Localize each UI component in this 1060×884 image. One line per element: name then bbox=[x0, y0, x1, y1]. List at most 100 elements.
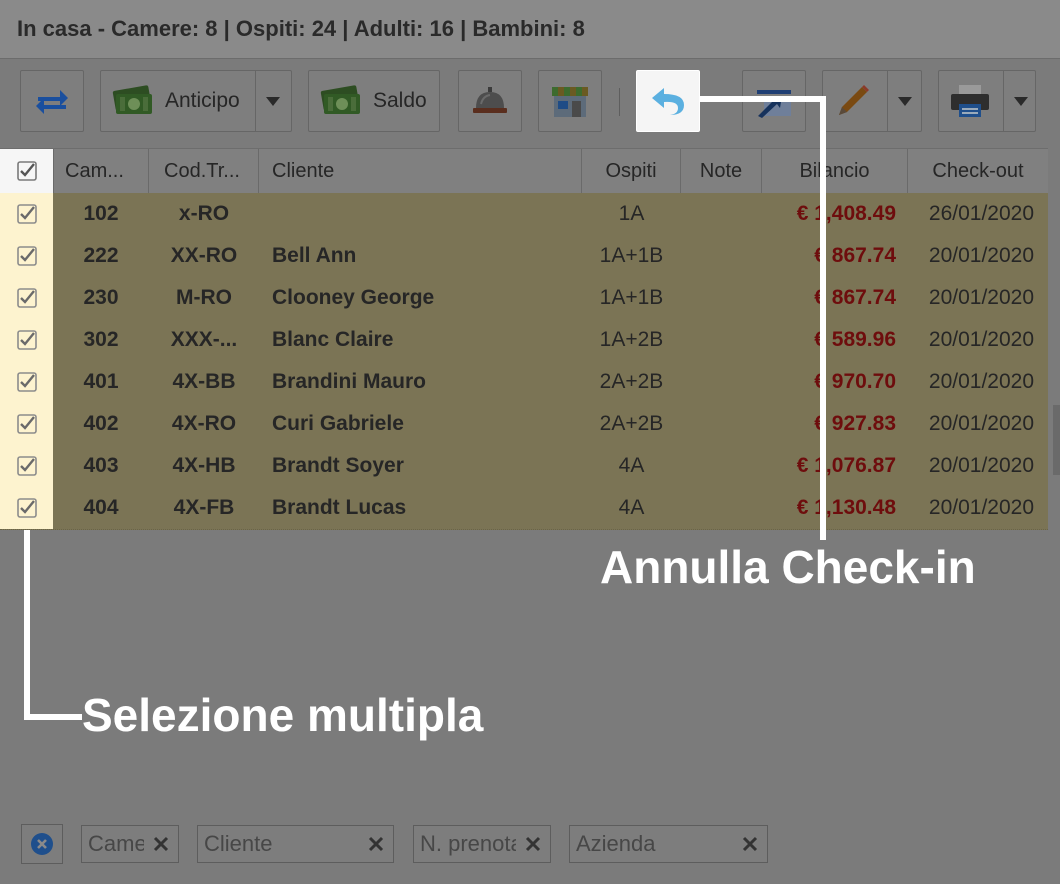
cell-ospiti: 1A+2B bbox=[599, 328, 664, 351]
cell-ospiti: 4A bbox=[618, 496, 645, 519]
side-panel-handle[interactable] bbox=[1053, 405, 1060, 475]
col-header-checkout[interactable]: Check-out bbox=[908, 149, 1048, 193]
reception-bell-icon bbox=[471, 84, 509, 118]
callout-annulla-checkin: Annulla Check-in bbox=[600, 541, 976, 593]
filter-prenotazione bbox=[413, 825, 551, 863]
camera-filter-input[interactable] bbox=[88, 829, 144, 859]
cell-checkout: 20/01/2020 bbox=[928, 454, 1034, 477]
row-checkbox[interactable] bbox=[0, 319, 53, 361]
table-row[interactable]: 404 4X-FB Brandt Lucas 4A € 1,130.48 20/01/20… bbox=[0, 487, 1048, 530]
row-checkbox[interactable] bbox=[0, 403, 53, 445]
cell-ospiti: 1A+1B bbox=[599, 244, 664, 267]
callout-connector bbox=[24, 714, 82, 720]
clear-circle-icon bbox=[31, 833, 53, 855]
table-row[interactable]: 222 XX-RO Bell Ann 1A+1B € 867.74 20/01/2020 bbox=[0, 235, 1048, 278]
edit-button[interactable] bbox=[822, 70, 922, 132]
row-checkbox[interactable] bbox=[0, 361, 53, 403]
cell-camera: 102 bbox=[83, 202, 119, 225]
col-header-cod-trattamento[interactable]: Cod.Tr... bbox=[149, 149, 259, 193]
cell-cliente: Curi Gabriele bbox=[272, 412, 404, 435]
chevron-down-icon bbox=[266, 96, 280, 106]
cell-ospiti: 1A+1B bbox=[599, 286, 664, 309]
row-checkbox[interactable] bbox=[0, 193, 53, 235]
page-title: In casa - Camere: 8 | Ospiti: 24 | Adult… bbox=[17, 16, 585, 41]
cell-bilancio: € 589.96 bbox=[814, 328, 896, 351]
close-icon[interactable] bbox=[741, 835, 759, 853]
table-row[interactable]: 230 M-RO Clooney George 1A+1B € 867.74 20/01/… bbox=[0, 277, 1048, 320]
cell-ospiti: 2A+2B bbox=[599, 370, 664, 393]
undo-arrow-icon bbox=[648, 84, 688, 118]
cell-checkout: 20/01/2020 bbox=[928, 286, 1034, 309]
cliente-filter-input[interactable] bbox=[204, 829, 359, 859]
cell-camera: 302 bbox=[83, 328, 119, 351]
anticipo-label: Anticipo bbox=[165, 89, 240, 112]
annulla-checkin-button[interactable] bbox=[636, 70, 700, 132]
table-row[interactable]: 401 4X-BB Brandini Mauro 2A+2B € 970.70 20/01… bbox=[0, 361, 1048, 404]
row-checkbox[interactable] bbox=[0, 277, 53, 319]
cell-bilancio: € 1,076.87 bbox=[796, 454, 896, 477]
banknotes-icon bbox=[319, 84, 363, 118]
banknotes-icon bbox=[111, 84, 155, 118]
toolbar-separator bbox=[619, 88, 620, 116]
filter-camera bbox=[81, 825, 179, 863]
cell-note bbox=[681, 193, 762, 235]
col-header-ospiti[interactable]: Ospiti bbox=[582, 149, 681, 193]
cell-cliente bbox=[272, 193, 582, 235]
refresh-button[interactable] bbox=[20, 70, 84, 132]
cell-cliente: Blanc Claire bbox=[272, 328, 394, 351]
chevron-down-icon bbox=[1014, 96, 1028, 106]
select-all-checkbox[interactable] bbox=[0, 149, 53, 193]
cell-cod-trattamento: 4X-RO bbox=[171, 412, 237, 435]
callout-connector bbox=[700, 96, 826, 102]
swap-arrows-icon bbox=[34, 84, 70, 118]
cell-note bbox=[681, 319, 762, 361]
print-button[interactable] bbox=[938, 70, 1036, 132]
table-row[interactable]: 403 4X-HB Brandt Soyer 4A € 1,076.87 20/01/20… bbox=[0, 445, 1048, 488]
close-icon[interactable] bbox=[524, 835, 542, 853]
col-header-cliente[interactable]: Cliente bbox=[259, 149, 582, 193]
cell-cod-trattamento: 4X-FB bbox=[173, 496, 235, 519]
checkbox-checked-icon bbox=[16, 204, 37, 224]
table-row[interactable]: 102 x-RO 1A € 1,408.49 26/01/2020 bbox=[0, 193, 1048, 236]
cell-note bbox=[681, 361, 762, 403]
col-header-bilancio[interactable]: Bilancio bbox=[762, 149, 908, 193]
cell-cliente: Clooney George bbox=[272, 286, 435, 309]
edit-dropdown-caret[interactable] bbox=[888, 71, 922, 131]
cell-checkout: 20/01/2020 bbox=[928, 244, 1034, 267]
cell-cliente: Brandt Lucas bbox=[272, 496, 407, 519]
cell-ospiti: 1A bbox=[618, 202, 645, 225]
cell-camera: 403 bbox=[83, 454, 119, 477]
prenotazione-filter-input[interactable] bbox=[420, 829, 516, 859]
close-icon[interactable] bbox=[152, 835, 170, 853]
close-icon[interactable] bbox=[367, 835, 385, 853]
col-header-camera[interactable]: Cam... bbox=[53, 149, 149, 193]
store-icon bbox=[550, 83, 590, 119]
anticipo-button[interactable]: Anticipo bbox=[100, 70, 292, 132]
callout-connector bbox=[24, 530, 30, 720]
row-checkbox[interactable] bbox=[0, 487, 53, 529]
table-row[interactable]: 402 4X-RO Curi Gabriele 2A+2B € 927.83 20/01/… bbox=[0, 403, 1048, 446]
cell-cliente: Brandini Mauro bbox=[272, 370, 427, 393]
table-row[interactable]: 302 XXX-... Blanc Claire 1A+2B € 589.96 20/01… bbox=[0, 319, 1048, 362]
checkbox-checked-icon bbox=[16, 456, 37, 476]
azienda-filter-input[interactable] bbox=[576, 829, 733, 859]
print-dropdown-caret[interactable] bbox=[1004, 71, 1038, 131]
checkbox-checked-icon bbox=[16, 414, 37, 434]
cell-note bbox=[681, 235, 762, 277]
col-header-note[interactable]: Note bbox=[681, 149, 762, 193]
callout-selezione-multipla: Selezione multipla bbox=[82, 689, 484, 741]
row-checkbox[interactable] bbox=[0, 235, 53, 277]
row-checkbox[interactable] bbox=[0, 445, 53, 487]
clear-filters-button[interactable] bbox=[21, 824, 63, 864]
saldo-button[interactable]: Saldo bbox=[308, 70, 440, 132]
filter-azienda bbox=[569, 825, 768, 863]
reception-bell-button[interactable] bbox=[458, 70, 522, 132]
cell-camera: 404 bbox=[83, 496, 119, 519]
anticipo-dropdown-caret[interactable] bbox=[256, 71, 290, 131]
store-button[interactable] bbox=[538, 70, 602, 132]
cell-cod-trattamento: 4X-HB bbox=[172, 454, 236, 477]
filter-cliente bbox=[197, 825, 394, 863]
cell-camera: 222 bbox=[83, 244, 119, 267]
cell-checkout: 20/01/2020 bbox=[928, 496, 1034, 519]
cell-ospiti: 2A+2B bbox=[599, 412, 664, 435]
